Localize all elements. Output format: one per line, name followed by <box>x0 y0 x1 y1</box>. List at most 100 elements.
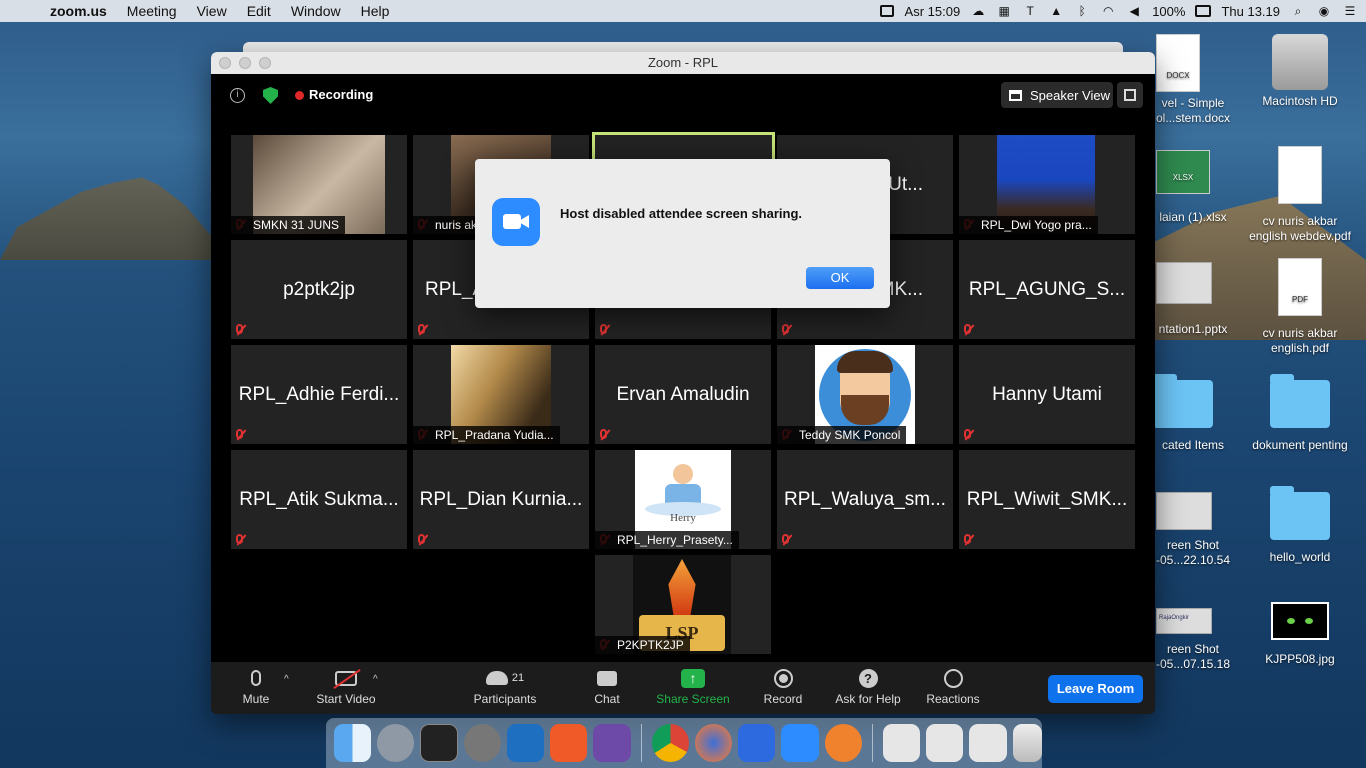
trash-icon[interactable] <box>1012 724 1042 762</box>
desktop-file-cv-pdf[interactable]: PDF cv nuris akbar english.pdf <box>1240 258 1360 356</box>
chat-button[interactable]: Chat <box>589 666 625 706</box>
muted-mic-icon <box>964 324 976 336</box>
creative-cloud-icon[interactable]: ☁ <box>970 4 986 18</box>
ask-for-help-button[interactable]: ? Ask for Help <box>831 666 905 706</box>
zoom-window-button[interactable] <box>259 57 271 69</box>
sequel-pro-elephant-icon[interactable] <box>463 724 501 762</box>
video-options-chevron-icon[interactable]: ^ <box>373 674 378 685</box>
record-button[interactable]: Record <box>761 666 805 706</box>
chrome-icon[interactable] <box>651 724 689 762</box>
clock[interactable]: Thu 13.19 <box>1221 4 1280 19</box>
zoom-status-icon[interactable] <box>879 4 895 18</box>
participants-button[interactable]: 21 Participants <box>469 666 541 706</box>
participant-name: RPL_Atik Sukma... <box>239 488 399 510</box>
finder-icon[interactable] <box>334 724 372 762</box>
firefox-icon[interactable] <box>694 724 733 762</box>
close-window-button[interactable] <box>219 57 231 69</box>
participant-tile[interactable]: RPL_Dwi Yogo pra... <box>959 135 1135 234</box>
github-desktop-icon[interactable] <box>593 724 631 762</box>
participant-tile[interactable]: RPL_Adhie Ferdi... <box>231 345 407 444</box>
security-shield-icon[interactable] <box>263 87 278 104</box>
participant-name: Teddy SMK Poncol <box>777 426 907 444</box>
recording-label[interactable]: Recording <box>309 87 373 102</box>
minimize-window-button[interactable] <box>239 57 251 69</box>
participant-name: RPL_Dwi Yogo pra... <box>959 216 1098 234</box>
grid-app-icon[interactable]: ▦ <box>996 4 1012 18</box>
file-label: cv nuris akbar <box>1262 326 1338 340</box>
brave-browser-icon[interactable] <box>550 724 588 762</box>
participant-tile[interactable]: RPL_Dian Kurnia... <box>413 450 589 549</box>
participant-tile[interactable]: p2ptk2jp <box>231 240 407 339</box>
menu-edit[interactable]: Edit <box>237 3 281 19</box>
muted-mic-icon <box>418 324 430 336</box>
screenshot-thumbnail-icon <box>1156 492 1212 530</box>
terminal-icon[interactable] <box>420 724 458 762</box>
participant-tile[interactable]: RPL_AGUNG_S... <box>959 240 1135 339</box>
text-app-icon[interactable]: T <box>1022 4 1038 18</box>
participant-name: RPL_Dian Kurnia... <box>419 488 583 510</box>
zoom-dock-icon[interactable] <box>781 724 819 762</box>
ok-button[interactable]: OK <box>806 267 874 289</box>
window-titlebar[interactable]: Zoom - RPL <box>211 52 1155 74</box>
share-screen-button[interactable]: ↑ Share Screen <box>653 666 733 706</box>
menu-help[interactable]: Help <box>351 3 400 19</box>
leave-room-button[interactable]: Leave Room <box>1048 675 1143 703</box>
info-icon[interactable]: i <box>230 88 245 103</box>
desktop-drive-macintosh-hd[interactable]: Macintosh HD <box>1240 34 1360 109</box>
dialog-message: Host disabled attendee screen sharing. <box>560 206 803 221</box>
volume-icon[interactable]: ◀ <box>1126 4 1142 18</box>
notification-center-icon[interactable]: ☰ <box>1342 4 1358 18</box>
wifi-icon[interactable]: ◠ <box>1100 4 1116 18</box>
xlsx-file-icon: XLSX <box>1156 150 1210 194</box>
participant-tile[interactable]: Teddy SMK Poncol <box>777 345 953 444</box>
mute-button[interactable]: Mute <box>241 666 271 706</box>
start-video-button[interactable]: Start Video <box>311 666 381 706</box>
file-label: english webdev.pdf <box>1249 229 1351 243</box>
launchpad-icon[interactable] <box>377 724 415 762</box>
vscode-icon[interactable] <box>506 724 545 762</box>
wps-office-icon[interactable] <box>738 724 776 762</box>
participant-tile[interactable]: RPL_Pradana Yudia... <box>413 345 589 444</box>
recent-document-thumbnail-icon[interactable] <box>882 724 921 762</box>
participant-tile[interactable]: Ervan Amaludin <box>595 345 771 444</box>
bluetooth-icon[interactable]: ᛒ <box>1074 4 1090 18</box>
desktop-file-cv-webdev-pdf[interactable]: cv nuris akbar english webdev.pdf <box>1240 146 1360 244</box>
spotlight-search-icon[interactable]: ⌕ <box>1290 4 1306 18</box>
speaker-view-button[interactable]: Speaker View <box>1001 82 1113 108</box>
recent-document-thumbnail-icon[interactable] <box>969 724 1007 762</box>
menu-meeting[interactable]: Meeting <box>117 3 187 19</box>
siri-icon[interactable]: ◉ <box>1316 4 1332 18</box>
menu-app-name[interactable]: zoom.us <box>40 3 117 19</box>
participant-name: RPL_Pradana Yudia... <box>413 426 560 444</box>
pdf-file-icon: PDF <box>1278 258 1322 316</box>
desktop-folder-hello-world[interactable]: hello_world <box>1240 486 1360 565</box>
fullscreen-button[interactable] <box>1117 82 1143 108</box>
participant-tile[interactable]: Hanny Utami <box>959 345 1135 444</box>
postman-icon[interactable] <box>824 724 862 762</box>
share-screen-label: Share Screen <box>656 692 730 706</box>
participant-tile[interactable]: Herry RPL_Herry_Prasety... <box>595 450 771 549</box>
window-controls <box>219 57 271 69</box>
muted-mic-icon <box>236 324 248 336</box>
participants-label: Participants <box>473 692 537 706</box>
audio-options-chevron-icon[interactable]: ^ <box>284 674 289 685</box>
desktop-file-kjpp508-jpg[interactable]: KJPP508.jpg <box>1240 602 1360 667</box>
participant-tile[interactable]: RPL_Waluya_sm... <box>777 450 953 549</box>
mountain-app-icon[interactable]: ▲ <box>1048 4 1064 18</box>
zoom-app-icon <box>492 198 540 246</box>
reactions-button[interactable]: Reactions <box>923 666 983 706</box>
desktop-folder-dokument-penting[interactable]: dokument penting <box>1240 374 1360 453</box>
battery-icon[interactable] <box>1195 4 1212 18</box>
participant-name: RPL_Wiwit_SMK... <box>966 488 1128 510</box>
participant-tile[interactable]: RPL_Wiwit_SMK... <box>959 450 1135 549</box>
battery-percent[interactable]: 100% <box>1152 4 1185 19</box>
emoji-reaction-icon <box>943 668 963 688</box>
participant-tile[interactable]: SMKN 31 JUNS <box>231 135 407 234</box>
menu-window[interactable]: Window <box>281 3 351 19</box>
recent-document-thumbnail-icon[interactable] <box>926 724 964 762</box>
participant-tile[interactable]: LSP P2KPTK2JP <box>595 555 771 654</box>
prayer-time[interactable]: Asr 15:09 <box>905 4 961 19</box>
menu-view[interactable]: View <box>187 3 237 19</box>
participant-name: Ervan Amaludin <box>616 383 750 405</box>
participant-tile[interactable]: RPL_Atik Sukma... <box>231 450 407 549</box>
